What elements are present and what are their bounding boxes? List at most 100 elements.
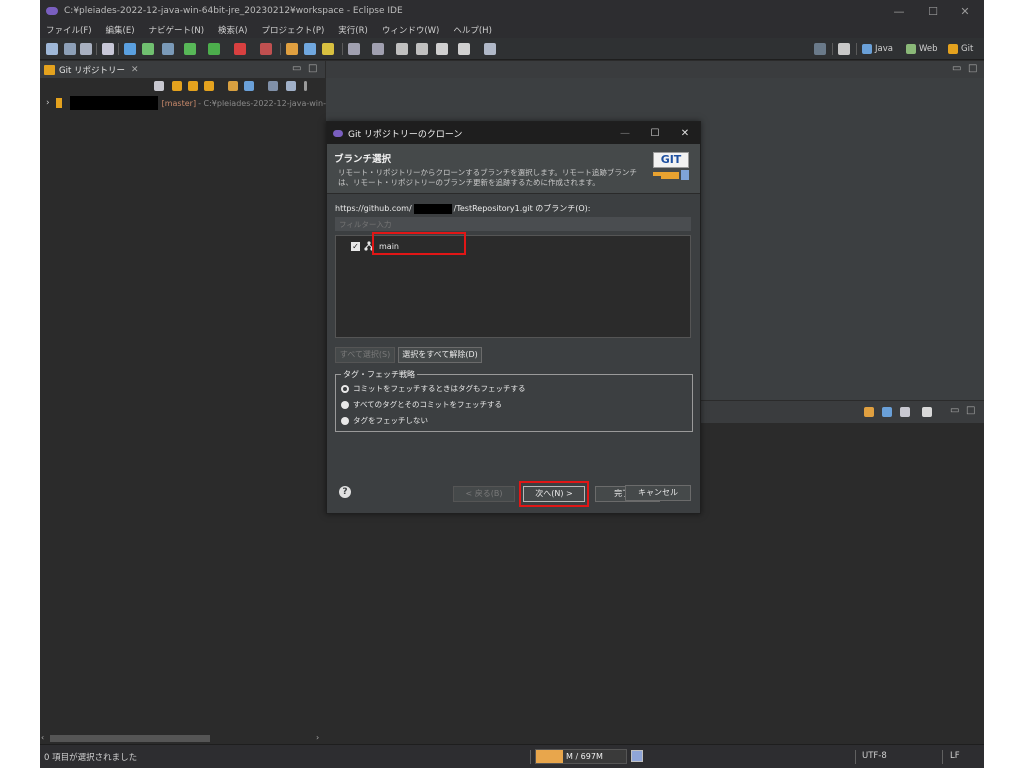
garbage-collect-icon[interactable] xyxy=(631,750,643,762)
save-all-icon[interactable] xyxy=(80,43,92,55)
history-icon[interactable] xyxy=(922,407,932,417)
skip-icon[interactable] xyxy=(162,43,174,55)
toolbar-separator xyxy=(118,43,119,55)
tag-option-fetch-with-commits[interactable]: コミットをフェッチするときはタグもフェッチする xyxy=(341,383,526,394)
refresh-icon[interactable] xyxy=(286,81,296,91)
maximize-view-icon[interactable]: □ xyxy=(966,405,975,416)
pen-icon[interactable] xyxy=(322,43,334,55)
main-toolbar: Java Web Git xyxy=(40,38,984,60)
web-perspective-icon xyxy=(906,44,916,54)
back-history-icon[interactable] xyxy=(396,43,408,55)
scroll-right-icon[interactable]: › xyxy=(316,733,319,742)
menu-project[interactable]: プロジェクト(P) xyxy=(262,24,325,36)
maximize-editor-icon[interactable]: □ xyxy=(968,63,977,74)
open-perspective-icon[interactable] xyxy=(838,43,850,55)
radio-icon[interactable] xyxy=(341,400,349,409)
menu-search[interactable]: 検索(A) xyxy=(218,24,247,36)
cancel-button[interactable]: キャンセル xyxy=(625,485,691,501)
tag-fetch-strategy-group: タグ・フェッチ戦略 コミットをフェッチするときはタグもフェッチする すべてのタグ… xyxy=(335,369,693,432)
perspective-web[interactable]: Web xyxy=(906,42,938,56)
collapse-all-icon[interactable] xyxy=(154,81,164,91)
dialog-close-button[interactable]: ✕ xyxy=(671,122,699,144)
dialog-minimize-button[interactable]: — xyxy=(611,122,639,144)
expand-chevron-icon[interactable]: › xyxy=(46,98,50,108)
maximize-button[interactable]: ☐ xyxy=(916,0,950,22)
status-separator xyxy=(942,750,943,764)
new-package-icon[interactable] xyxy=(286,43,298,55)
debug-icon[interactable] xyxy=(184,43,196,55)
dialog-maximize-button[interactable]: ☐ xyxy=(641,122,669,144)
branches-label-prefix: https://github.com/ xyxy=(335,204,412,213)
minimize-view-icon[interactable]: ▭ xyxy=(292,63,301,74)
menu-navigate[interactable]: ナビゲート(N) xyxy=(149,24,205,36)
tag-option-label: タグをフェッチしない xyxy=(353,416,428,425)
menu-run[interactable]: 実行(R) xyxy=(338,24,368,36)
horizontal-scrollbar[interactable]: ‹ › xyxy=(40,733,325,744)
perspective-git[interactable]: Git xyxy=(948,42,973,56)
create-repository-icon[interactable] xyxy=(204,81,214,91)
minimize-view-icon[interactable]: ▭ xyxy=(950,405,959,416)
add-repository-icon[interactable] xyxy=(172,81,182,91)
tag-option-no-tags[interactable]: タグをフェッチしない xyxy=(341,415,428,426)
link-selection-icon[interactable] xyxy=(882,407,892,417)
perspective-java[interactable]: Java xyxy=(862,42,893,56)
back-arrow-icon[interactable] xyxy=(436,43,448,55)
run-icon[interactable] xyxy=(208,43,220,55)
new-class-icon[interactable] xyxy=(304,43,316,55)
tab-close-icon[interactable]: ✕ xyxy=(131,65,139,75)
menu-edit[interactable]: 編集(E) xyxy=(106,24,135,36)
new-icon[interactable] xyxy=(46,43,58,55)
link-editor-icon[interactable] xyxy=(228,81,238,91)
radio-selected-icon[interactable] xyxy=(341,384,349,393)
close-button[interactable]: ✕ xyxy=(948,0,982,22)
wizard-header: ブランチ選択 リモート・リポジトリーからクローンするブランチを選択します。リモー… xyxy=(327,144,700,194)
menu-file[interactable]: ファイル(F) xyxy=(46,24,92,36)
heap-status[interactable]: M / 697M xyxy=(535,749,627,764)
branch-filter-input[interactable] xyxy=(335,217,691,231)
terminal-icon[interactable] xyxy=(102,43,114,55)
stop-icon[interactable] xyxy=(234,43,246,55)
encoding-status[interactable]: UTF-8 xyxy=(862,751,887,761)
compare-icon[interactable] xyxy=(900,407,910,417)
forward-history-icon[interactable] xyxy=(416,43,428,55)
maximize-view-icon[interactable]: □ xyxy=(308,63,317,74)
window-title: C:¥pleiades-2022-12-java-win-64bit-jre_2… xyxy=(64,6,403,16)
select-all-button[interactable]: すべて選択(S) xyxy=(335,347,395,363)
minimize-button[interactable]: — xyxy=(882,0,916,22)
perspective-git-label: Git xyxy=(961,44,974,54)
deselect-all-button[interactable]: 選択をすべて解除(D) xyxy=(398,347,482,363)
menu-window[interactable]: ウィンドウ(W) xyxy=(382,24,440,36)
link-editor-icon[interactable] xyxy=(864,407,874,417)
help-icon[interactable]: ? xyxy=(339,486,351,498)
redacted-repository-name xyxy=(69,96,158,110)
next-annotation-icon[interactable] xyxy=(372,43,384,55)
build-icon[interactable] xyxy=(142,43,154,55)
git-logo-icon: GIT xyxy=(653,152,689,186)
menu-help[interactable]: ヘルプ(H) xyxy=(453,24,492,36)
annotation-icon[interactable] xyxy=(348,43,360,55)
branch-checkbox[interactable]: ✓ xyxy=(351,241,360,251)
back-button[interactable]: < 戻る(B) xyxy=(453,486,515,502)
repository-node[interactable]: › [master] - C:¥pleiades-2022-12-java-wi… xyxy=(46,96,349,110)
toolbar-separator xyxy=(96,43,97,55)
minimize-editor-icon[interactable]: ▭ xyxy=(952,63,961,74)
filter-icon[interactable] xyxy=(268,81,278,91)
pin-editor-icon[interactable] xyxy=(484,43,496,55)
git-view-toolbar xyxy=(40,78,325,94)
status-separator xyxy=(530,750,531,764)
scrollbar-thumb[interactable] xyxy=(50,735,210,742)
scroll-left-icon[interactable]: ‹ xyxy=(41,733,44,742)
selection-status: 0 項目が選択されました xyxy=(44,753,138,763)
line-ending-status[interactable]: LF xyxy=(950,751,960,761)
radio-icon[interactable] xyxy=(341,416,349,425)
git-repositories-tab[interactable]: Git リポジトリー ✕ ▭ □ xyxy=(40,61,325,78)
view-menu-icon[interactable] xyxy=(304,81,307,91)
clone-repository-icon[interactable] xyxy=(188,81,198,91)
save-icon[interactable] xyxy=(64,43,76,55)
tag-option-fetch-all[interactable]: すべてのタグとそのコミットをフェッチする xyxy=(341,399,502,410)
search-icon[interactable] xyxy=(814,43,826,55)
link-selection-icon[interactable] xyxy=(244,81,254,91)
server-icon[interactable] xyxy=(260,43,272,55)
forward-arrow-icon[interactable] xyxy=(458,43,470,55)
settings-icon[interactable] xyxy=(124,43,136,55)
